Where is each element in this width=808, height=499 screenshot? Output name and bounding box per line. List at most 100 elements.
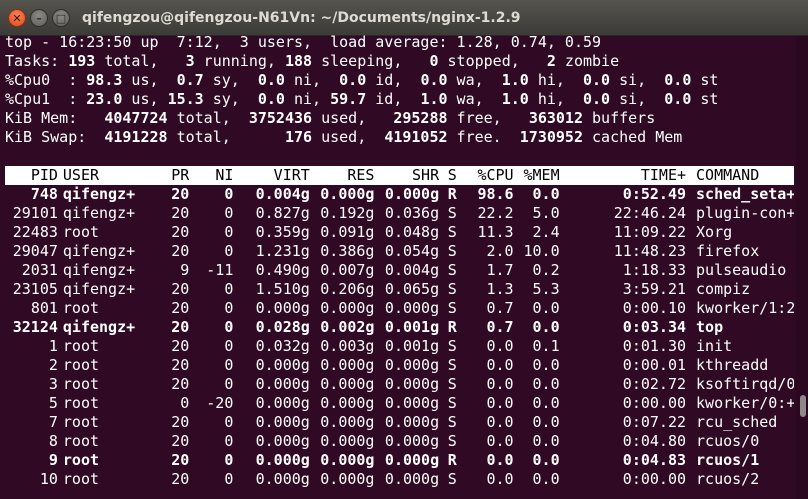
summary-value: 176 bbox=[284, 128, 313, 146]
summary-value: 193 bbox=[68, 52, 96, 70]
summary-text: %Cpu0 : bbox=[5, 71, 87, 89]
summary-line: KiB Swap: 4191228 total, 176 used, 41910… bbox=[5, 128, 794, 147]
cell-user: root bbox=[62, 299, 100, 317]
title-bar[interactable]: ✕ – □ qifengzou@qifengzou-N61Vn: ~/Docum… bbox=[0, 0, 808, 36]
cell-mem: 0.0 bbox=[532, 432, 560, 450]
cell-res: 0.007g bbox=[320, 261, 375, 279]
maximize-icon[interactable]: □ bbox=[52, 9, 70, 27]
summary-text: stopped, bbox=[438, 52, 547, 70]
cell-res: 0.002g bbox=[320, 318, 375, 336]
cell-virt: 0.490g bbox=[255, 261, 310, 279]
cell-time: 1:18.33 bbox=[622, 261, 687, 279]
cell-priority: 20 bbox=[171, 204, 190, 222]
cell-nice: 0 bbox=[224, 337, 234, 355]
cell-virt: 0.000g bbox=[255, 432, 310, 450]
cell-user: root bbox=[62, 375, 100, 393]
cell-res: 0.000g bbox=[320, 394, 375, 412]
cell-shr: 0.054g bbox=[384, 242, 440, 260]
summary-text: cached Mem bbox=[583, 128, 683, 146]
summary-text: hi, bbox=[528, 71, 583, 89]
cell-state: S bbox=[447, 394, 457, 412]
cell-virt: 0.000g bbox=[255, 356, 310, 374]
cell-user: qifengz+ bbox=[62, 318, 136, 336]
summary-line: top - 16:23:50 up 7:12, 3 users, load av… bbox=[5, 33, 794, 52]
table-row: 2031 qifengz+ 9 -11 0.490g 0.007g 0.004g S 1.7 0.… bbox=[5, 261, 794, 280]
cell-priority: 20 bbox=[171, 375, 190, 393]
cell-user: root bbox=[62, 356, 100, 374]
table-row: 801 root 20 0 0.000g 0.000g 0.000g S 0.7 0.0 0:00.… bbox=[5, 299, 794, 318]
cell-shr: 0.000g bbox=[384, 432, 440, 450]
cell-priority: 20 bbox=[171, 356, 190, 374]
cell-command: kworker/1:2 bbox=[696, 299, 794, 317]
cell-priority: 20 bbox=[171, 413, 190, 431]
cell-nice: 0 bbox=[224, 299, 234, 317]
cell-pid: 5 bbox=[48, 394, 58, 412]
cell-pid: 22483 bbox=[12, 223, 58, 241]
cell-shr: 0.004g bbox=[384, 261, 440, 279]
cell-virt: 0.000g bbox=[255, 413, 310, 431]
table-row: 8 root 20 0 0.000g 0.000g 0.000g S 0.0 0.0 0:04.80… bbox=[5, 432, 794, 451]
column-header-time: TIME+ bbox=[640, 166, 687, 184]
terminal-window: ✕ – □ qifengzou@qifengzou-N61Vn: ~/Docum… bbox=[0, 0, 808, 499]
column-header-nice: NI bbox=[215, 166, 234, 184]
table-row: 9 root 20 0 0.000g 0.000g 0.000g R 0.0 0.0 0:04.83… bbox=[5, 451, 794, 470]
cell-mem: 0.0 bbox=[532, 394, 560, 412]
close-icon[interactable]: ✕ bbox=[8, 9, 26, 27]
column-header-cpu: %CPU bbox=[477, 166, 514, 184]
summary-text: %Cpu1 : bbox=[5, 90, 87, 108]
cell-nice: 0 bbox=[224, 204, 234, 222]
cell-mem: 0.0 bbox=[532, 470, 560, 488]
cell-nice: 0 bbox=[224, 413, 234, 431]
scrollbar-track[interactable] bbox=[796, 36, 808, 499]
cell-cpu: 11.3 bbox=[477, 223, 514, 241]
cell-time: 0:01.30 bbox=[622, 337, 687, 355]
minimize-icon[interactable]: – bbox=[30, 9, 48, 27]
summary-text: sy, bbox=[203, 71, 258, 89]
summary-value: 0.0 bbox=[583, 90, 611, 108]
table-row: 32124 qifengz+ 20 0 0.028g 0.002g 0.001g R 0.7 0.… bbox=[5, 318, 794, 337]
summary-value: 3752436 bbox=[248, 109, 313, 127]
summary-text: ni, bbox=[284, 71, 340, 89]
cell-priority: 20 bbox=[171, 299, 190, 317]
cell-pid: 1 bbox=[48, 337, 58, 355]
cell-priority: 20 bbox=[171, 337, 190, 355]
cell-time: 0:04.80 bbox=[622, 432, 687, 450]
cell-res: 0.000g bbox=[320, 375, 375, 393]
cell-virt: 1.231g bbox=[255, 242, 310, 260]
cell-cpu: 0.0 bbox=[486, 375, 514, 393]
cell-mem: 0.0 bbox=[532, 299, 560, 317]
cell-priority: 9 bbox=[180, 261, 190, 279]
cell-nice: 0 bbox=[224, 280, 234, 298]
cell-time: 0:00.01 bbox=[622, 356, 687, 374]
cell-command: compiz bbox=[696, 280, 751, 298]
summary-text: KiB Mem: bbox=[5, 109, 105, 127]
cell-priority: 20 bbox=[171, 470, 190, 488]
cell-command: kworker/0:+ bbox=[696, 394, 794, 412]
cell-pid: 2031 bbox=[21, 261, 58, 279]
cell-pid: 7 bbox=[48, 413, 58, 431]
cell-res: 0.000g bbox=[320, 470, 375, 488]
cell-command: rcuos/2 bbox=[696, 470, 760, 488]
cell-state: S bbox=[447, 337, 457, 355]
table-row: 23105 qifengz+ 20 0 1.510g 0.206g 0.065g S 1.3 5.… bbox=[5, 280, 794, 299]
summary-line: %Cpu1 : 23.0 us, 15.3 sy, 0.0 ni, 59.7 i… bbox=[5, 90, 794, 109]
table-row: 29101 qifengz+ 20 0 0.827g 0.192g 0.036g S 22.2 5… bbox=[5, 204, 794, 223]
cell-time: 11:48.23 bbox=[613, 242, 687, 260]
summary-text: KiB Swap: bbox=[5, 128, 105, 146]
scrollbar-thumb[interactable] bbox=[800, 395, 806, 417]
cell-cpu: 0.0 bbox=[486, 470, 514, 488]
cell-pid: 801 bbox=[30, 299, 58, 317]
cell-cpu: 1.3 bbox=[486, 280, 514, 298]
table-row: 7 root 20 0 0.000g 0.000g 0.000g S 0.0 0.0 0:07.22… bbox=[5, 413, 794, 432]
cell-command: sched_seta+ bbox=[696, 185, 794, 203]
cell-nice: 0 bbox=[224, 242, 234, 260]
terminal-output[interactable]: top - 16:23:50 up 7:12, 3 users, load av… bbox=[5, 33, 794, 489]
cell-state: R bbox=[447, 185, 457, 203]
summary-line: %Cpu0 : 98.3 us, 0.7 sy, 0.0 ni, 0.0 id,… bbox=[5, 71, 794, 90]
cell-cpu: 1.7 bbox=[486, 261, 514, 279]
cell-time: 0:52.49 bbox=[622, 185, 687, 203]
cell-user: root bbox=[62, 223, 100, 241]
cell-state: S bbox=[447, 261, 457, 279]
cell-res: 0.091g bbox=[320, 223, 375, 241]
summary-value: 1730952 bbox=[519, 128, 583, 146]
